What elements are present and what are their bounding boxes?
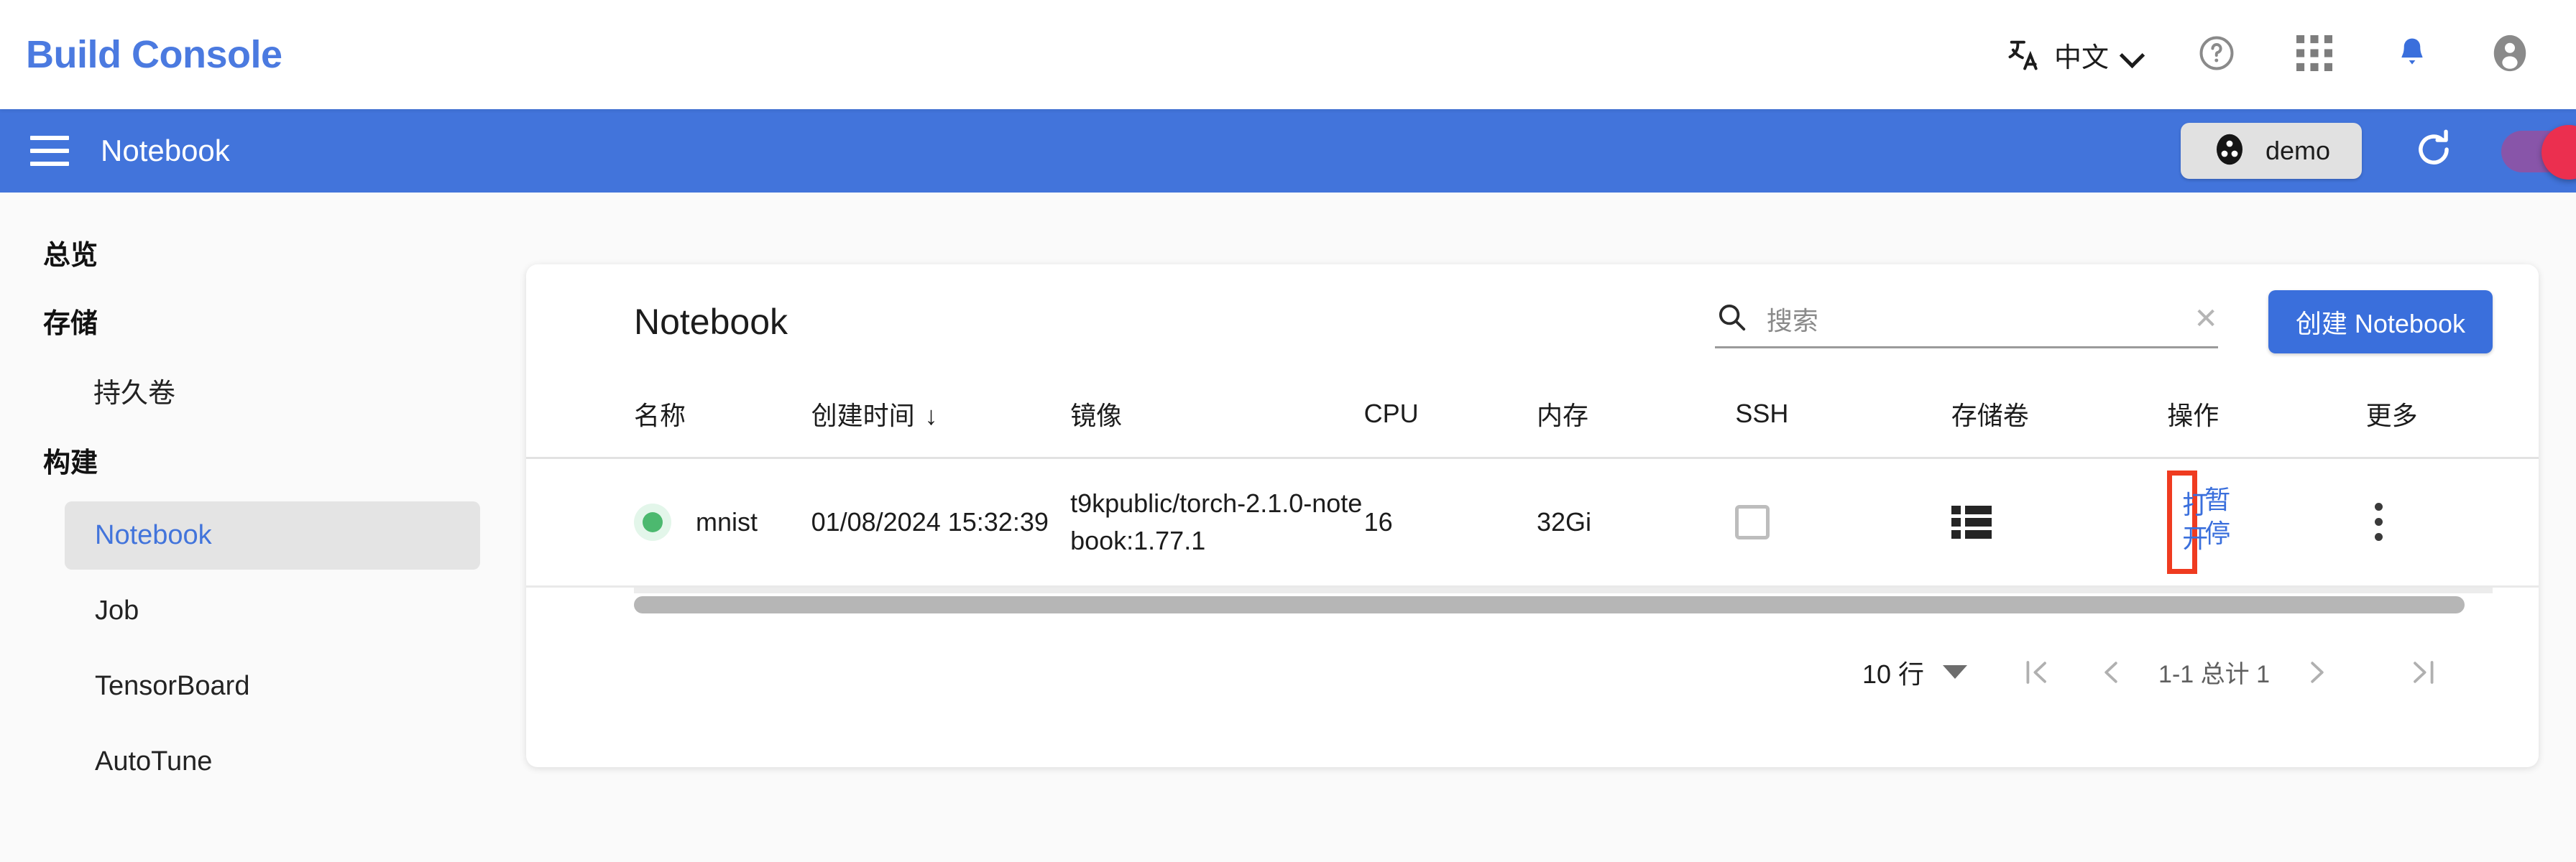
help-circle-icon xyxy=(2196,33,2237,77)
apps-button[interactable] xyxy=(2281,22,2347,88)
table-row[interactable]: mnist 01/08/2024 15:32:39 t9kpublic/torc… xyxy=(526,458,2539,588)
app-bar-title: Notebook xyxy=(101,134,230,167)
app-brand-title: Build Console xyxy=(26,33,282,76)
previous-page-button[interactable] xyxy=(2074,639,2148,705)
scrollbar-thumb[interactable] xyxy=(634,595,2465,613)
rows-per-page-select[interactable]: 10 行 xyxy=(1862,654,1968,691)
notebook-list-card: Notebook 搜索 ✕ 创建 Notebook 名称 创建时间 ↓ 镜像 C… xyxy=(526,264,2539,767)
apps-grid-icon xyxy=(2296,34,2332,75)
ssh-checkbox[interactable] xyxy=(1735,504,1770,539)
close-icon[interactable]: ✕ xyxy=(2194,305,2218,333)
sidebar-item-persistent-volume[interactable]: 持久卷 xyxy=(0,355,503,426)
cell-ssh xyxy=(1735,458,1951,588)
sidebar-item-job[interactable]: Job xyxy=(65,577,480,645)
sidebar-group-build[interactable]: 构建 xyxy=(0,426,503,494)
pagination: 10 行 1-1 总计 1 xyxy=(526,613,2539,705)
table-header-row: 名称 创建时间 ↓ 镜像 CPU 内存 SSH 存储卷 操作 更多 xyxy=(526,379,2539,459)
kebab-menu-icon[interactable] xyxy=(2374,503,2383,542)
column-header-cpu[interactable]: CPU xyxy=(1363,379,1537,459)
view-list-icon[interactable] xyxy=(1951,505,1992,539)
page-title: Notebook xyxy=(634,302,788,342)
table-header: 名称 创建时间 ↓ 镜像 CPU 内存 SSH 存储卷 操作 更多 xyxy=(526,379,2539,459)
chevron-right-icon xyxy=(2311,661,2324,683)
created-time: 01/08/2024 15:32:39 xyxy=(811,506,1049,537)
table-body: mnist 01/08/2024 15:32:39 t9kpublic/torc… xyxy=(526,458,2539,588)
help-button[interactable] xyxy=(2184,22,2250,88)
project-dots-icon xyxy=(2212,132,2247,170)
app-root: Build Console 中文 Notebook demo 总览 存储 持久卷… xyxy=(0,0,2576,862)
top-bar: Build Console 中文 xyxy=(0,0,2576,109)
search-icon xyxy=(1715,300,1748,337)
first-page-button[interactable] xyxy=(1999,639,2074,705)
notifications-button[interactable] xyxy=(2379,22,2445,88)
next-page-button[interactable] xyxy=(2280,639,2355,705)
top-bar-actions: 中文 xyxy=(1998,22,2543,88)
first-page-icon xyxy=(2026,660,2046,684)
status-badge xyxy=(634,503,671,541)
theme-toggle[interactable] xyxy=(2501,125,2576,180)
cell-name: mnist xyxy=(526,458,811,588)
search-input[interactable]: 搜索 ✕ xyxy=(1714,295,2218,348)
cell-created: 01/08/2024 15:32:39 xyxy=(811,458,1071,588)
column-header-volume[interactable]: 存储卷 xyxy=(1951,379,2168,459)
pagination-range: 1-1 总计 1 xyxy=(2158,661,2270,689)
sidebar-item-tensorboard[interactable]: TensorBoard xyxy=(65,652,480,720)
language-selector[interactable]: 中文 xyxy=(1998,35,2152,75)
open-action-button[interactable]: 打开 xyxy=(2167,471,2208,574)
cell-more xyxy=(2365,458,2539,588)
account-button[interactable] xyxy=(2477,22,2543,88)
column-header-image[interactable]: 镜像 xyxy=(1070,379,1364,459)
app-bar-actions: demo xyxy=(2180,121,2576,181)
translate-icon xyxy=(2005,36,2043,73)
cell-volume xyxy=(1951,458,2168,588)
sidebar-group-overview[interactable]: 总览 xyxy=(0,218,503,287)
search-placeholder: 搜索 xyxy=(1766,305,1818,335)
chevron-down-icon xyxy=(2120,42,2145,67)
pause-action-button[interactable]: 暂停 xyxy=(2204,483,2233,551)
refresh-icon xyxy=(2411,127,2456,175)
column-header-created-label: 创建时间 xyxy=(811,401,915,430)
project-label: demo xyxy=(2265,136,2330,165)
image-name: t9kpublic/torch-2.1.0-notebook:1.77.1 xyxy=(1070,488,1363,555)
column-header-action[interactable]: 操作 xyxy=(2167,379,2366,459)
chevron-left-icon xyxy=(2104,661,2117,683)
app-bar: Notebook demo xyxy=(0,109,2576,193)
sidebar-group-storage[interactable]: 存储 xyxy=(0,287,503,355)
account-circle-icon xyxy=(2489,32,2531,78)
hamburger-menu-icon[interactable] xyxy=(30,136,69,166)
last-page-button[interactable] xyxy=(2386,639,2461,705)
last-page-icon xyxy=(2414,660,2434,684)
create-notebook-button[interactable]: 创建 Notebook xyxy=(2268,290,2493,353)
cell-action: 打开 暂停 xyxy=(2167,458,2366,588)
column-header-created[interactable]: 创建时间 ↓ xyxy=(811,379,1071,459)
chevron-down-icon xyxy=(1943,665,1968,680)
refresh-button[interactable] xyxy=(2404,121,2464,181)
project-selector-button[interactable]: demo xyxy=(2180,123,2362,179)
column-header-memory[interactable]: 内存 xyxy=(1536,379,1736,459)
column-header-name[interactable]: 名称 xyxy=(526,379,811,459)
language-label: 中文 xyxy=(2053,42,2109,73)
column-header-more[interactable]: 更多 xyxy=(2365,379,2539,459)
table-horizontal-scrollbar[interactable] xyxy=(526,587,2493,613)
column-header-ssh[interactable]: SSH xyxy=(1735,379,1951,459)
card-header: Notebook 搜索 ✕ 创建 Notebook xyxy=(526,264,2539,379)
sidebar: 总览 存储 持久卷 构建 Notebook Job TensorBoard Au… xyxy=(0,193,503,862)
scrollbar-track xyxy=(634,587,2493,593)
notebook-name[interactable]: mnist xyxy=(696,507,758,537)
cell-image: t9kpublic/torch-2.1.0-notebook:1.77.1 xyxy=(1070,458,1364,588)
sort-desc-icon: ↓ xyxy=(924,401,938,430)
sidebar-item-notebook[interactable]: Notebook xyxy=(65,501,480,570)
notebook-table: 名称 创建时间 ↓ 镜像 CPU 内存 SSH 存储卷 操作 更多 mnist … xyxy=(526,379,2539,588)
sidebar-item-autotune[interactable]: AutoTune xyxy=(65,728,480,796)
cell-memory: 32Gi xyxy=(1536,458,1736,588)
bell-icon xyxy=(2393,34,2431,75)
rows-per-page-label: 10 行 xyxy=(1862,659,1925,689)
cell-cpu: 16 xyxy=(1363,458,1537,588)
